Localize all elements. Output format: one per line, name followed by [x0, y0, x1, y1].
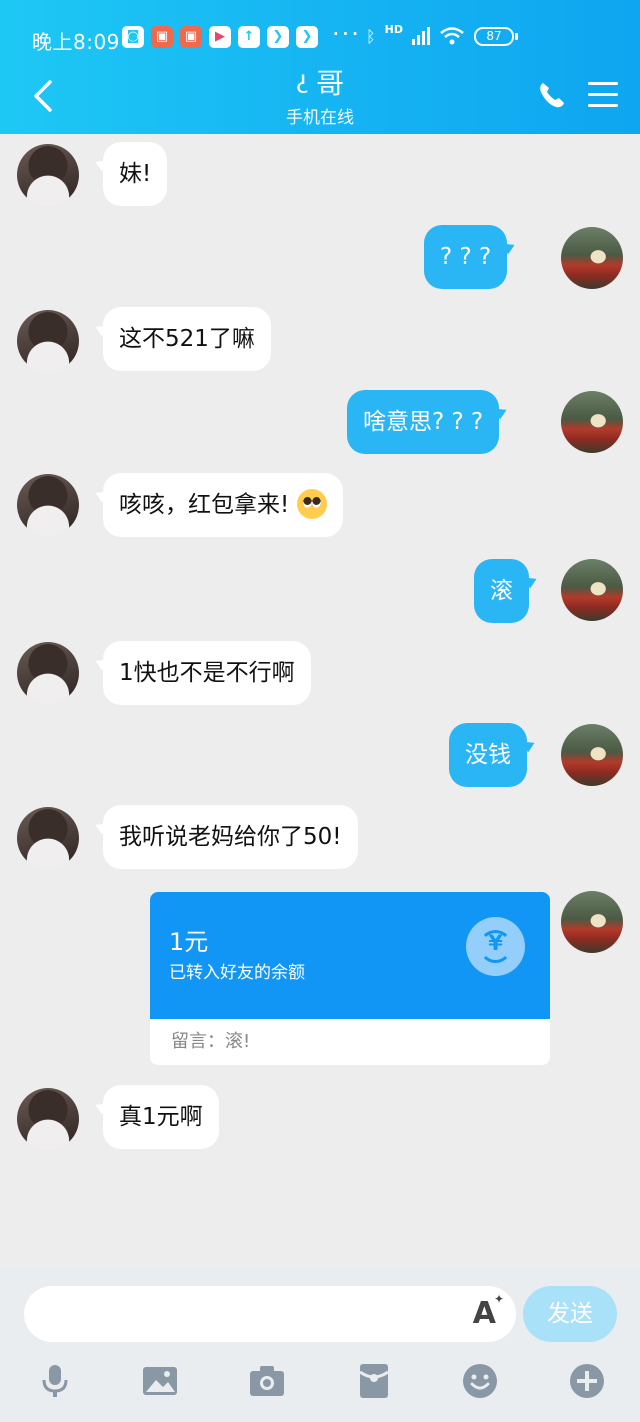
my-avatar[interactable] [561, 724, 623, 786]
yen-transfer-icon: ¥ [466, 917, 525, 976]
incoming-message[interactable]: 这不521了嘛 [103, 307, 271, 371]
chat-header: 晚上8:09 ◙ ▣ ▣ ▶ ↑ ❯ ❯ ··· ᛒ HD 87 ʖ哥 手机在线 [0, 0, 640, 134]
incoming-message[interactable]: 真1元啊 [103, 1085, 219, 1149]
transfer-card[interactable]: 1元 已转入好友的余额 ¥ 留言：滚! [150, 892, 550, 1065]
menu-icon[interactable] [588, 82, 618, 108]
phone-icon[interactable] [537, 80, 567, 110]
my-avatar[interactable] [561, 559, 623, 621]
bluetooth-icon: ᛒ [366, 26, 376, 46]
message-text: 真1元啊 [119, 1104, 203, 1130]
outgoing-message[interactable]: 没钱 [449, 723, 527, 787]
signal-bars-icon [411, 27, 430, 45]
incoming-message[interactable]: 我听说老妈给你了50! [103, 805, 358, 869]
transfer-amount: 1元 [169, 928, 209, 956]
outgoing-message[interactable]: 啥意思? ? ? [347, 390, 500, 454]
sparkle-icon: ✦ [493, 1292, 504, 1306]
nav-bar: ʖ哥 手机在线 [0, 60, 640, 134]
incoming-message[interactable]: 1快也不是不行啊 [103, 641, 311, 705]
status-indicators: ᛒ HD 87 [366, 22, 518, 46]
status-time: 晚上8:09 [32, 30, 120, 54]
microphone-icon[interactable] [36, 1362, 74, 1400]
transfer-description: 已转入好友的余额 [169, 963, 305, 983]
message-text: 我听说老妈给你了50! [119, 824, 342, 850]
message-text: 咳咳，红包拿来! [119, 492, 290, 518]
message-text: 滚 [490, 578, 513, 604]
contact-avatar[interactable] [17, 474, 79, 536]
message-text: 1快也不是不行啊 [119, 660, 295, 686]
message-text: 啥意思? ? ? [363, 409, 484, 435]
contact-name: 哥 [316, 67, 345, 100]
camera-icon[interactable] [248, 1362, 286, 1400]
message-input[interactable]: A ✦ [24, 1286, 516, 1342]
contact-avatar[interactable] [17, 642, 79, 704]
signal-icon: HD [384, 22, 403, 36]
transfer-note: 留言：滚! [171, 1031, 251, 1052]
my-avatar[interactable] [561, 391, 623, 453]
transfer-card-body: 1元 已转入好友的余额 ¥ [150, 892, 550, 1019]
red-packet-icon[interactable] [355, 1362, 393, 1400]
shopping-app-icon-2: ▣ [180, 26, 202, 48]
message-text: ? ? ? [440, 244, 492, 270]
image-icon[interactable] [141, 1362, 179, 1400]
outgoing-message[interactable]: ? ? ? [424, 225, 508, 289]
contact-avatar[interactable] [17, 310, 79, 372]
emoji-icon[interactable] [461, 1362, 499, 1400]
font-style-icon[interactable]: A [473, 1296, 496, 1331]
message-text: 这不521了嘛 [119, 326, 255, 352]
input-area: A ✦ 发送 [0, 1268, 640, 1422]
notification-icons: ◙ ▣ ▣ ▶ ↑ ❯ ❯ [122, 26, 318, 48]
incoming-message[interactable]: 咳咳，红包拿来! [103, 473, 344, 537]
contact-avatar[interactable] [17, 144, 79, 206]
bookmark-app-icon-2: ❯ [296, 26, 318, 48]
plus-icon[interactable] [568, 1362, 606, 1400]
message-text: 妹! [119, 161, 152, 187]
my-avatar[interactable] [561, 891, 623, 953]
outgoing-message[interactable]: 滚 [474, 559, 529, 623]
input-toolbar [0, 1362, 640, 1408]
play-store-icon: ▶ [209, 26, 231, 48]
upload-icon: ↑ [238, 26, 260, 48]
game-icon: ◙ [122, 26, 144, 48]
shopping-app-icon: ▣ [151, 26, 173, 48]
message-text: 没钱 [465, 742, 511, 768]
pleading-face-emoji [297, 488, 328, 519]
bookmark-app-icon: ❯ [267, 26, 289, 48]
my-avatar[interactable] [561, 227, 623, 289]
contact-avatar[interactable] [17, 1088, 79, 1150]
wifi-icon [440, 27, 464, 45]
incoming-message[interactable]: 妹! [103, 142, 168, 206]
more-notifications-icon: ··· [332, 20, 361, 48]
battery-icon: 87 [473, 26, 518, 46]
hearing-mode-icon: ʖ [295, 71, 309, 99]
send-button[interactable]: 发送 [523, 1286, 617, 1342]
contact-avatar[interactable] [17, 807, 79, 869]
